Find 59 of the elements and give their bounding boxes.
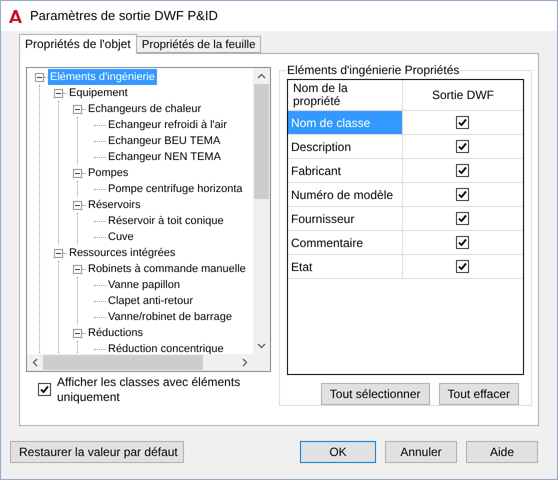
- tree-item[interactable]: Réservoirs: [86, 197, 143, 213]
- tree-item[interactable]: Clapet anti-retour: [106, 293, 195, 309]
- checkbox[interactable]: [456, 116, 470, 129]
- button[interactable]: Restaurer la valeur par défaut: [10, 441, 184, 463]
- column-header: Nom de la propriété: [288, 80, 403, 110]
- table-cell[interactable]: Numéro de modèle: [288, 183, 403, 206]
- table-cell[interactable]: Commentaire: [288, 231, 403, 254]
- collapse-icon[interactable]: [73, 328, 82, 338]
- tree-item[interactable]: Réservoir à toit conique: [106, 213, 226, 229]
- tree-item[interactable]: Echangeurs de chaleur: [86, 101, 204, 117]
- collapse-icon[interactable]: [73, 104, 82, 114]
- tree-item[interactable]: Réduction concentrique: [106, 341, 226, 354]
- tree-item[interactable]: Ressources intégrées: [67, 245, 178, 261]
- button[interactable]: Aide: [466, 441, 538, 463]
- scroll-up-icon[interactable]: [256, 73, 266, 79]
- tree-item[interactable]: Pompe centrifuge horizonta: [106, 181, 245, 197]
- collapse-icon[interactable]: [54, 248, 63, 258]
- checkbox[interactable]: [456, 188, 470, 201]
- tree-item[interactable]: Vanne/robinet de barrage: [106, 309, 234, 325]
- checkbox[interactable]: [456, 140, 470, 153]
- tree-item[interactable]: Réductions: [86, 325, 146, 341]
- checkbox[interactable]: [456, 260, 470, 273]
- scroll-right-icon[interactable]: [242, 358, 248, 367]
- table-cell[interactable]: Description: [288, 135, 403, 158]
- collapse-icon[interactable]: [73, 168, 82, 178]
- button[interactable]: Tout sélectionner: [320, 383, 430, 405]
- table-cell[interactable]: Fabricant: [288, 159, 403, 182]
- collapse-icon[interactable]: [73, 200, 82, 210]
- group-title: Eléments d'ingénierie Propriétés: [286, 62, 460, 79]
- tree-item[interactable]: Robinets à commande manuelle: [86, 261, 248, 277]
- button[interactable]: OK: [300, 441, 376, 463]
- column-header: Sortie DWF: [430, 87, 495, 104]
- horizontal-scrollbar[interactable]: [27, 354, 270, 371]
- checkbox[interactable]: [38, 383, 51, 396]
- collapse-icon[interactable]: [35, 72, 44, 82]
- tree-item[interactable]: Echangeur BEU TEMA: [106, 133, 222, 149]
- window-title: Paramètres de sortie DWF P&ID: [30, 7, 218, 26]
- collapse-icon[interactable]: [54, 88, 63, 98]
- checkbox-label: Afficher les classes avec éléments uniquement: [57, 375, 242, 405]
- tree-item[interactable]: Echangeur NEN TEMA: [106, 149, 223, 165]
- checkbox[interactable]: [456, 212, 470, 225]
- tree-item[interactable]: Vanne papillon: [106, 277, 182, 293]
- checkbox[interactable]: [456, 164, 470, 177]
- scroll-left-icon[interactable]: [32, 358, 38, 367]
- tab[interactable]: Propriétés de la feuille: [136, 36, 262, 53]
- tree-item[interactable]: Cuve: [106, 229, 136, 245]
- collapse-icon[interactable]: [73, 264, 82, 274]
- scroll-down-icon[interactable]: [256, 343, 266, 349]
- app-logo-icon: [9, 10, 22, 22]
- checkbox[interactable]: [456, 236, 470, 249]
- button[interactable]: Annuler: [385, 441, 457, 463]
- button[interactable]: Tout effacer: [438, 383, 519, 405]
- table-cell[interactable]: Etat: [288, 255, 403, 278]
- vertical-scrollbar[interactable]: [252, 68, 270, 354]
- tree-item[interactable]: Equipement: [67, 85, 130, 101]
- tab[interactable]: Propriétés de l'objet: [19, 34, 137, 54]
- tree-item[interactable]: Echangeur refroidi à l'air: [106, 117, 229, 133]
- tree-item[interactable]: Pompes: [86, 165, 130, 181]
- table-cell[interactable]: Fournisseur: [288, 207, 403, 230]
